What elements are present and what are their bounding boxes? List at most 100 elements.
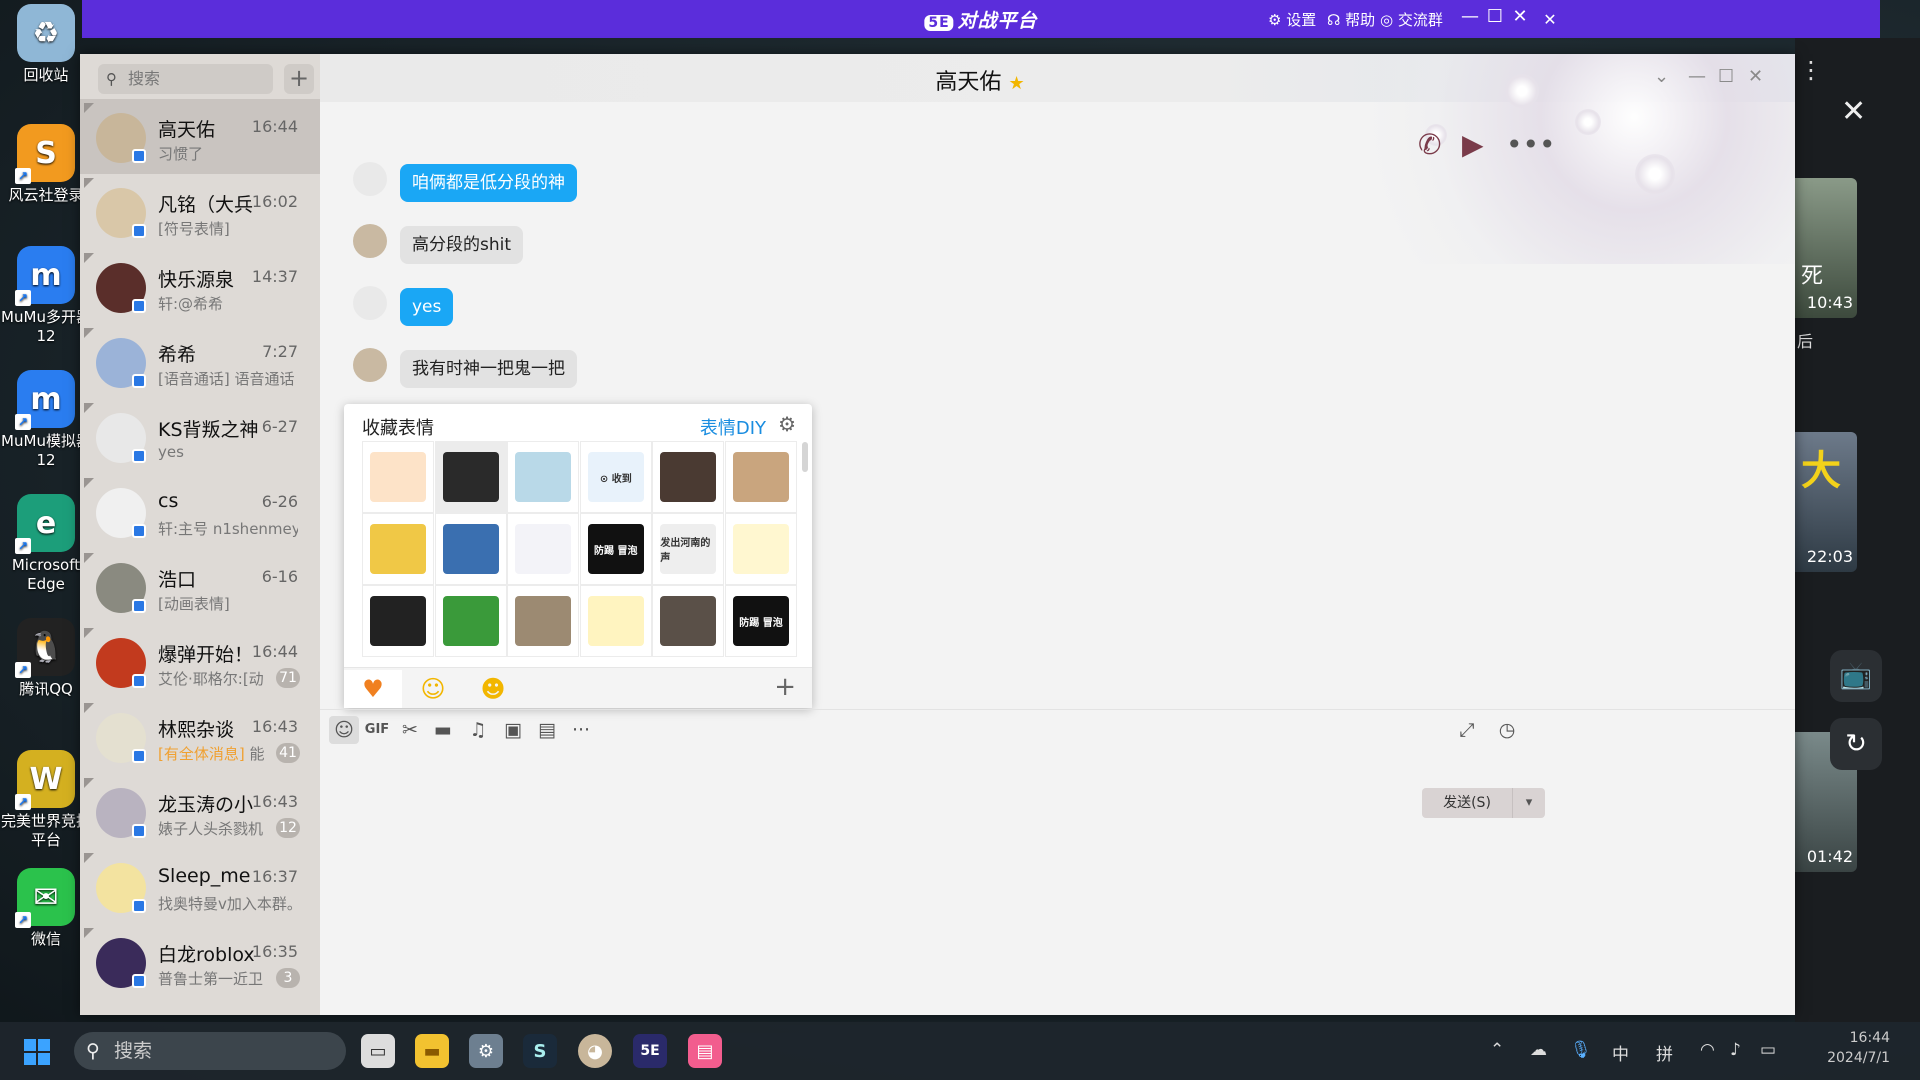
conversation-item[interactable]: 凡铭（大兵 16:02 [符号表情] [80, 174, 320, 249]
scissors-icon[interactable]: ✂ [395, 716, 425, 744]
refresh-icon[interactable]: ↻ [1830, 718, 1882, 770]
wifi-icon[interactable]: ◠ [1700, 1040, 1715, 1060]
microphone-icon[interactable]: 🎙 [1570, 1040, 1592, 1060]
sticker-cell[interactable] [725, 441, 797, 513]
chevron-up-icon[interactable]: ⌃ [1490, 1040, 1504, 1060]
maximize-icon[interactable]: ☐ [1718, 66, 1734, 87]
volume-icon[interactable]: ♪ [1730, 1040, 1741, 1060]
add-sticker-icon[interactable]: + [774, 672, 796, 702]
desktop-shortcut[interactable]: ✉ ↗ 微信 [0, 868, 92, 949]
sticker-cell[interactable] [434, 585, 507, 657]
sticker-cell[interactable] [507, 585, 580, 657]
system-clock[interactable]: 16:44 2024/7/1 [1800, 1028, 1890, 1068]
message-bubble[interactable]: 咱俩都是低分段的神 [400, 164, 577, 202]
community-button[interactable]: ◎ 交流群 [1380, 9, 1443, 30]
sticker-cell[interactable]: 防踢 冒泡 [725, 585, 797, 657]
favorites-tab-heart-icon[interactable]: ♥ [344, 670, 402, 708]
conversation-item[interactable]: 白龙roblox 16:35 普鲁士第一近卫 3 [80, 924, 320, 999]
emoji-diy-link[interactable]: 表情DIY [700, 414, 766, 440]
close-icon[interactable]: ✕ [1507, 6, 1533, 27]
help-button[interactable]: ☊ 帮助 [1327, 9, 1375, 30]
ime-chinese[interactable]: 中 [1612, 1040, 1629, 1065]
send-button[interactable]: 发送(S) [1422, 788, 1512, 818]
file-explorer-icon[interactable]: ▬ [415, 1034, 449, 1068]
message-bubble[interactable]: 我有时神一把鬼一把 [400, 350, 577, 388]
sticker-cell[interactable] [434, 513, 507, 585]
sticker-cell[interactable] [362, 585, 434, 657]
conversation-item[interactable]: 爆弹开始！ 16:44 艾伦·耶格尔:[动 71 [80, 624, 320, 699]
sticker-cell[interactable] [507, 513, 580, 585]
more-vertical-icon[interactable]: ⋮ [1799, 56, 1823, 84]
emoji-tab-grin-icon[interactable]: ☻ [464, 670, 522, 708]
more-icon[interactable]: ••• [1506, 128, 1556, 161]
add-button[interactable]: + [284, 64, 314, 94]
sticker-cell[interactable] [579, 585, 652, 657]
settings-icon[interactable]: ⚙ [778, 412, 796, 436]
expand-icon[interactable]: ⤢ [1452, 716, 1482, 744]
folder-icon[interactable]: ▬ [428, 716, 458, 744]
conversation-item[interactable]: KS背叛之神 6-27 yes [80, 399, 320, 474]
conversation-item[interactable]: 浩口 6-16 [动画表情] [80, 549, 320, 624]
minimize-icon[interactable]: — [1688, 66, 1706, 87]
sticker-cell[interactable]: 发出河南的声 [652, 513, 725, 585]
video-call-icon[interactable]: ▶ [1462, 128, 1484, 161]
message-bubble[interactable]: 高分段的shit [400, 226, 524, 264]
desktop-shortcut[interactable]: S ↗ 风云社登录 [0, 124, 92, 205]
tv-icon[interactable]: 📺 [1830, 650, 1882, 702]
settings-button[interactable]: ⚙ 设置 [1268, 9, 1316, 30]
maximize-icon[interactable]: ☐ [1482, 6, 1508, 27]
battery-icon[interactable]: ▭ [1760, 1040, 1776, 1060]
avatar[interactable] [353, 286, 387, 320]
image-icon[interactable]: ▣ [498, 716, 528, 744]
cloud-icon[interactable]: ☁ [1530, 1040, 1547, 1060]
avatar[interactable] [353, 224, 387, 258]
sticker-cell[interactable]: ⊙ 收到 [579, 441, 652, 513]
settings-app-icon[interactable]: ⚙ [469, 1034, 503, 1068]
sticker-cell[interactable] [652, 585, 725, 657]
bilibili-icon[interactable]: ▤ [688, 1034, 722, 1068]
avatar[interactable] [353, 348, 387, 382]
sticker-cell[interactable] [507, 441, 580, 513]
close-icon[interactable]: ✕ [1841, 94, 1866, 129]
sticker-cell[interactable] [652, 441, 725, 513]
search-input[interactable]: ⚲ 搜索 [98, 64, 273, 94]
sticker-cell[interactable] [362, 441, 434, 513]
sticker-cell[interactable] [434, 441, 507, 513]
ime-pinyin[interactable]: 拼 [1656, 1040, 1673, 1065]
minimize-icon[interactable]: — [1457, 6, 1483, 27]
sticker-cell[interactable]: 防踢 冒泡 [579, 513, 652, 585]
emoji-tab-smile-icon[interactable]: ☺ [404, 670, 462, 708]
desktop-shortcut[interactable]: ♻ 回收站 [0, 4, 92, 85]
video-thumbnail[interactable]: 大 22:03 [1795, 432, 1857, 572]
chevron-down-icon[interactable]: ⌄ [1654, 66, 1669, 87]
scrollbar[interactable] [802, 442, 808, 472]
desktop-shortcut[interactable]: 🐧 ↗ 腾讯QQ [0, 618, 92, 699]
avatar[interactable] [353, 162, 387, 196]
steam-icon[interactable]: S [523, 1034, 557, 1068]
conversation-item[interactable]: 高天佑 16:44 习惯了 [80, 99, 320, 174]
video-thumbnail[interactable]: 死 10:43 [1795, 178, 1857, 318]
desktop-shortcut[interactable]: W ↗ 完美世界竞技平台 [0, 750, 92, 850]
task-view-icon[interactable]: ▭ [361, 1034, 395, 1068]
sticker-cell[interactable] [362, 513, 434, 585]
conversation-item[interactable]: Sleep_me 16:37 找奥特曼v加入本群。 [80, 849, 320, 924]
desktop-shortcut[interactable]: m ↗ MuMu模拟器12 [0, 370, 92, 470]
more-icon[interactable]: ··· [566, 716, 596, 744]
voice-call-icon[interactable]: ✆ [1418, 128, 1441, 161]
outer-close-icon[interactable]: ✕ [1537, 10, 1563, 29]
desktop-shortcut[interactable]: m ↗ MuMu多开器12 [0, 246, 92, 346]
clock-icon[interactable]: ◷ [1492, 716, 1522, 744]
send-options-chevron-icon[interactable]: ▾ [1512, 788, 1545, 818]
conversation-item[interactable]: cs 6-26 轩:主号 n1shenmeyi [80, 474, 320, 549]
conversation-item[interactable]: 希希 7:27 [语音通话] 语音通话 [80, 324, 320, 399]
conversation-item[interactable]: 快乐源泉 14:37 轩:@希希 [80, 249, 320, 324]
conversation-item[interactable]: 龙玉涛の小 16:43 婊子人头杀戮机 12 [80, 774, 320, 849]
taskbar-search-input[interactable]: ⚲ 搜索 [74, 1032, 346, 1070]
desktop-shortcut[interactable]: e ↗ Microsoft Edge [0, 494, 92, 594]
5e-platform-icon[interactable]: 5E [633, 1034, 667, 1068]
close-icon[interactable]: ✕ [1748, 66, 1763, 87]
windows-start-icon[interactable] [24, 1039, 50, 1065]
conversation-item[interactable]: 林熙杂谈 16:43 [有全体消息] 能 41 [80, 699, 320, 774]
music-icon[interactable]: ♫ [463, 716, 493, 744]
gif-icon[interactable]: GIF [362, 716, 392, 744]
